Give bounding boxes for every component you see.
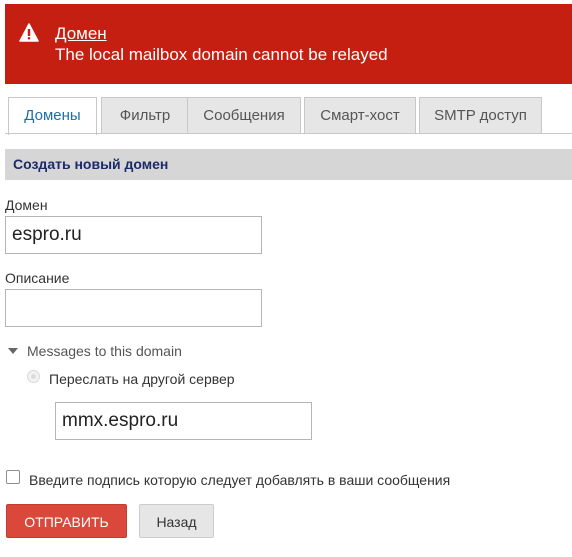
alert-message: The local mailbox domain cannot be relay… (55, 45, 388, 64)
tab-filter[interactable]: Фильтр (101, 97, 189, 134)
tab-messages[interactable]: Сообщения (187, 97, 301, 134)
server-input[interactable] (55, 402, 312, 440)
error-alert: Домен The local mailbox domain cannot be… (5, 4, 572, 84)
forward-radio[interactable] (27, 370, 40, 383)
tab-domains[interactable]: Домены (8, 97, 97, 135)
section-title: Создать новый домен (5, 149, 572, 180)
tab-divider (5, 133, 572, 134)
description-input[interactable] (5, 289, 262, 327)
forward-label: Переслать на другой сервер (49, 371, 235, 387)
tab-smtp-access[interactable]: SMTP доступ (419, 97, 542, 134)
triangle-down-icon (8, 348, 18, 354)
messages-toggle-label: Messages to this domain (27, 343, 182, 359)
domain-input[interactable] (5, 216, 262, 254)
alert-title-link[interactable]: Домен (55, 24, 107, 44)
back-button[interactable]: Назад (139, 504, 214, 538)
signature-checkbox[interactable] (6, 470, 20, 484)
submit-button[interactable]: ОТПРАВИТЬ (6, 504, 127, 538)
warning-icon (19, 23, 39, 42)
description-label: Описание (5, 270, 70, 286)
domain-label: Домен (5, 197, 48, 213)
tab-smarthost[interactable]: Смарт-хост (304, 97, 416, 134)
signature-label: Введите подпись которую следует добавлят… (29, 472, 451, 488)
